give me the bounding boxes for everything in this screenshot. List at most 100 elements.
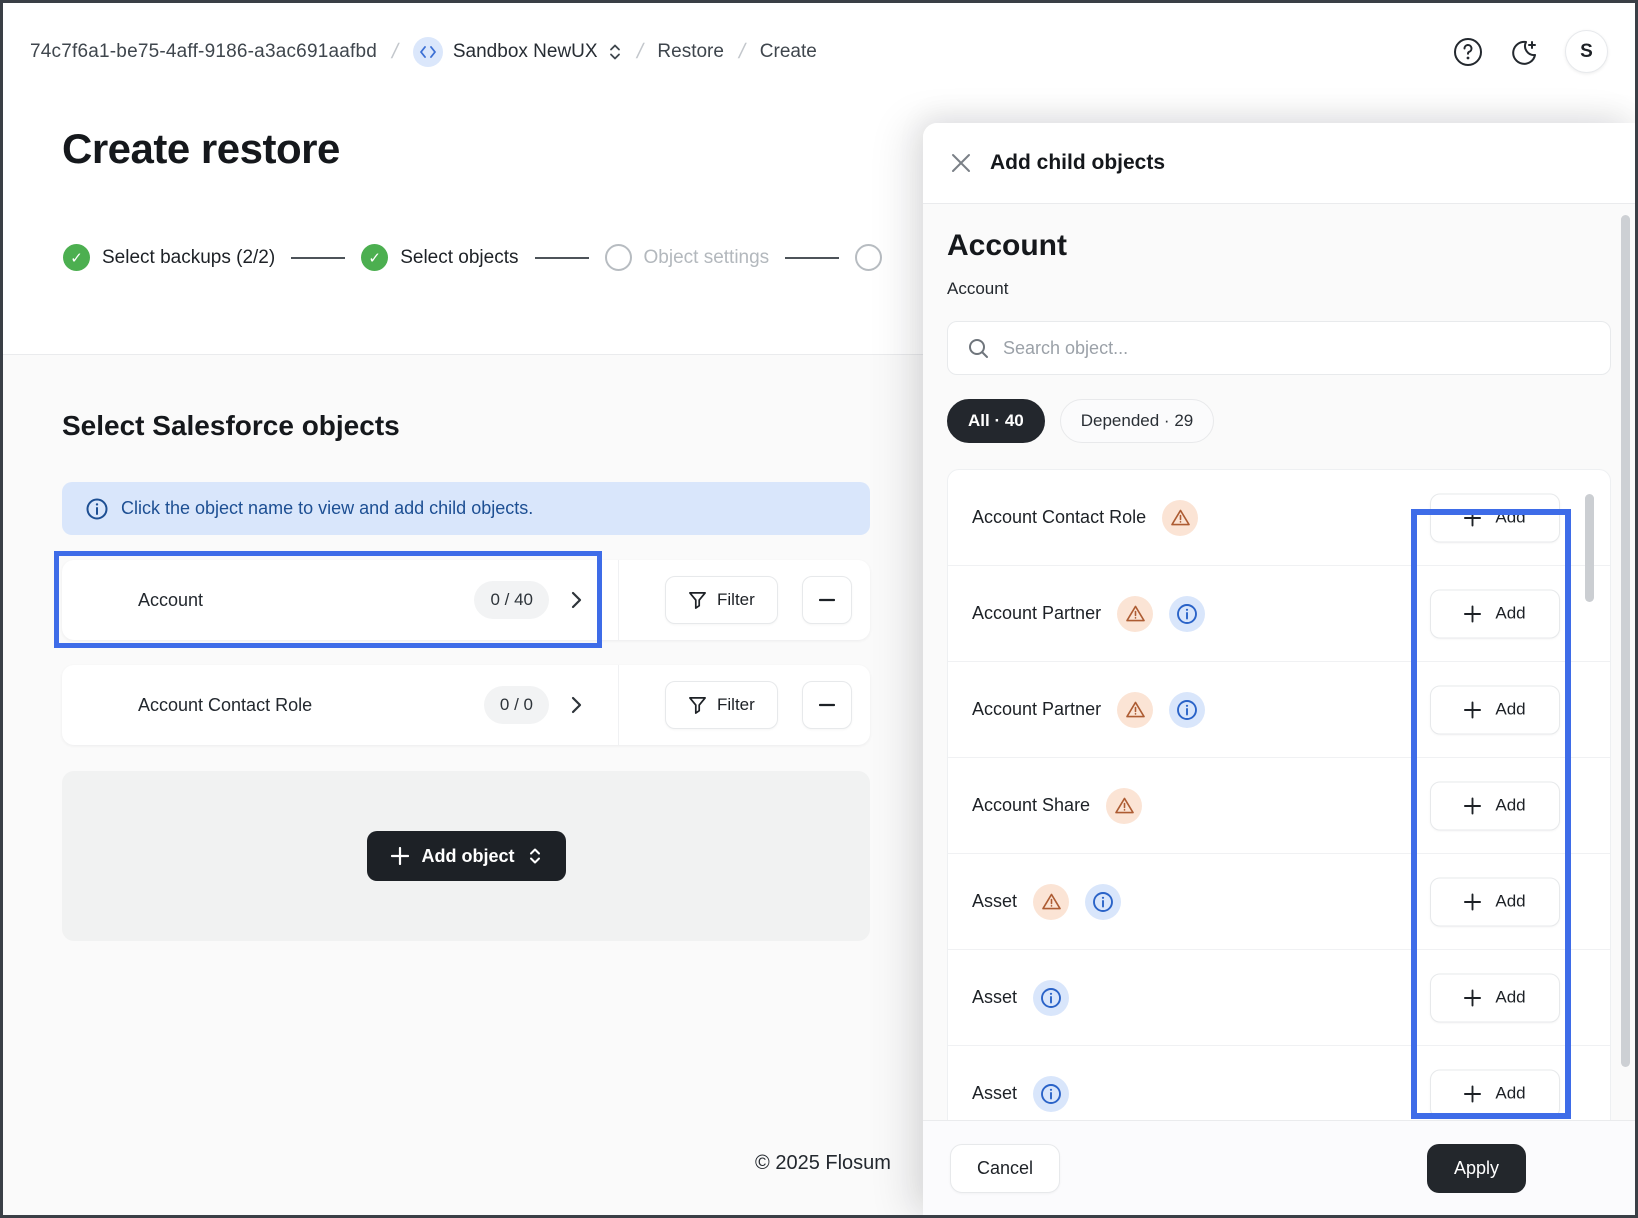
- remove-object-button[interactable]: [802, 681, 852, 729]
- add-child-button[interactable]: Add: [1430, 973, 1560, 1022]
- add-child-button[interactable]: Add: [1430, 781, 1560, 830]
- filter-funnel-icon: [688, 696, 707, 715]
- step-connector: [291, 257, 345, 259]
- plus-icon: [1464, 509, 1481, 526]
- filter-funnel-icon: [688, 591, 707, 610]
- info-icon[interactable]: [1169, 692, 1205, 728]
- search-box: [947, 321, 1611, 375]
- panel-footer: Cancel Apply: [923, 1120, 1635, 1215]
- filter-chips: All · 40 Depended · 29: [947, 399, 1611, 443]
- step-select-objects: ✓ Select objects: [361, 244, 518, 271]
- code-brackets-icon: [413, 37, 443, 67]
- panel-object-title: Account: [947, 229, 1611, 263]
- plus-icon: [1464, 605, 1481, 622]
- step-upcoming-circle-icon: [855, 244, 882, 271]
- plus-icon: [1464, 1085, 1481, 1102]
- warning-icon: [1117, 596, 1153, 632]
- panel-object-subtitle: Account: [947, 279, 1611, 299]
- cancel-button[interactable]: Cancel: [950, 1144, 1060, 1193]
- object-name: Account: [138, 590, 474, 611]
- chip-depended[interactable]: Depended · 29: [1060, 399, 1214, 443]
- filter-button[interactable]: Filter: [665, 681, 778, 729]
- dark-mode-icon[interactable]: [1510, 38, 1538, 66]
- copyright: © 2025 Flosum: [718, 1152, 928, 1175]
- plus-icon: [391, 847, 409, 865]
- object-row-account-contact-role-button[interactable]: Account Contact Role 0 / 0: [62, 665, 619, 745]
- chevron-right-icon: [571, 696, 582, 714]
- info-icon[interactable]: [1033, 1076, 1069, 1112]
- filter-button[interactable]: Filter: [665, 576, 778, 624]
- step-connector: [535, 257, 589, 259]
- search-input[interactable]: [1003, 338, 1590, 359]
- object-count-badge: 0 / 0: [484, 686, 549, 724]
- plus-icon: [1464, 797, 1481, 814]
- plus-icon: [1464, 893, 1481, 910]
- step-done-check-icon: ✓: [63, 244, 90, 271]
- section-title: Select Salesforce objects: [62, 410, 400, 442]
- plus-icon: [1464, 701, 1481, 718]
- stepper: ✓ Select backups (2/2) ✓ Select objects …: [63, 244, 882, 271]
- help-icon[interactable]: [1453, 37, 1483, 67]
- child-row: Asset Add: [948, 854, 1610, 950]
- avatar[interactable]: S: [1565, 30, 1608, 73]
- environment-selector[interactable]: Sandbox NewUX: [413, 37, 622, 67]
- breadcrumb-create: Create: [760, 41, 817, 63]
- add-child-objects-panel: Add child objects Account Account All · …: [923, 123, 1635, 1215]
- breadcrumb-separator: /: [736, 40, 747, 64]
- child-row: Asset Add: [948, 1046, 1610, 1120]
- warning-icon: [1033, 884, 1069, 920]
- step-object-settings: Object settings: [605, 244, 770, 271]
- apply-button[interactable]: Apply: [1427, 1144, 1526, 1193]
- sort-chevrons-icon: [528, 847, 542, 865]
- minus-icon: [819, 703, 835, 707]
- chevron-right-icon: [571, 591, 582, 609]
- search-icon: [968, 338, 989, 359]
- info-icon[interactable]: [1085, 884, 1121, 920]
- child-row: Account Share Add: [948, 758, 1610, 854]
- step-select-backups: ✓ Select backups (2/2): [63, 244, 275, 271]
- add-object-button[interactable]: Add object: [367, 831, 566, 881]
- minus-icon: [819, 598, 835, 602]
- environment-name: Sandbox NewUX: [453, 41, 598, 63]
- child-row: Account Partner Add: [948, 566, 1610, 662]
- add-child-button[interactable]: Add: [1430, 877, 1560, 926]
- breadcrumb-restore[interactable]: Restore: [657, 41, 724, 63]
- child-row: Account Partner Add: [948, 662, 1610, 758]
- panel-scrollbar-thumb[interactable]: [1621, 215, 1630, 1067]
- info-banner-text: Click the object name to view and add ch…: [121, 498, 533, 519]
- object-name: Account Contact Role: [138, 695, 484, 716]
- breadcrumb-separator: /: [389, 40, 400, 64]
- warning-icon: [1162, 500, 1198, 536]
- step-connector: [785, 257, 839, 259]
- step-upcoming-circle-icon: [605, 244, 632, 271]
- list-scrollbar-thumb[interactable]: [1585, 494, 1594, 602]
- page-title: Create restore: [62, 125, 340, 173]
- object-row-account-contact-role: Account Contact Role 0 / 0 Filter: [62, 665, 870, 745]
- add-child-button[interactable]: Add: [1430, 589, 1560, 638]
- warning-icon: [1106, 788, 1142, 824]
- info-banner: Click the object name to view and add ch…: [62, 482, 870, 535]
- breadcrumb-separator: /: [634, 40, 645, 64]
- close-icon[interactable]: [950, 152, 972, 174]
- child-row: Asset Add: [948, 950, 1610, 1046]
- info-icon[interactable]: [1033, 980, 1069, 1016]
- step-done-check-icon: ✓: [361, 244, 388, 271]
- app-window: 74c7f6a1-be75-4aff-9186-a3ac691aafbd / S…: [0, 0, 1638, 1218]
- child-object-list: Account Contact Role Add Account Partner…: [947, 469, 1611, 1120]
- info-icon[interactable]: [1169, 596, 1205, 632]
- remove-object-button[interactable]: [802, 576, 852, 624]
- warning-icon: [1117, 692, 1153, 728]
- object-row-account-button[interactable]: Account 0 / 40: [62, 560, 619, 640]
- sort-chevrons-icon: [608, 43, 622, 61]
- object-row-account: Account 0 / 40 Filter: [62, 560, 870, 640]
- step-next-partial: [855, 244, 882, 271]
- chip-all[interactable]: All · 40: [947, 399, 1045, 443]
- panel-header: Add child objects: [923, 123, 1635, 204]
- add-child-button[interactable]: Add: [1430, 685, 1560, 734]
- plus-icon: [1464, 989, 1481, 1006]
- top-bar: 74c7f6a1-be75-4aff-9186-a3ac691aafbd / S…: [3, 3, 1635, 100]
- add-child-button[interactable]: Add: [1430, 493, 1560, 542]
- add-child-button[interactable]: Add: [1430, 1069, 1560, 1118]
- breadcrumb-backup-id: 74c7f6a1-be75-4aff-9186-a3ac691aafbd: [30, 41, 377, 63]
- object-count-badge: 0 / 40: [474, 581, 549, 619]
